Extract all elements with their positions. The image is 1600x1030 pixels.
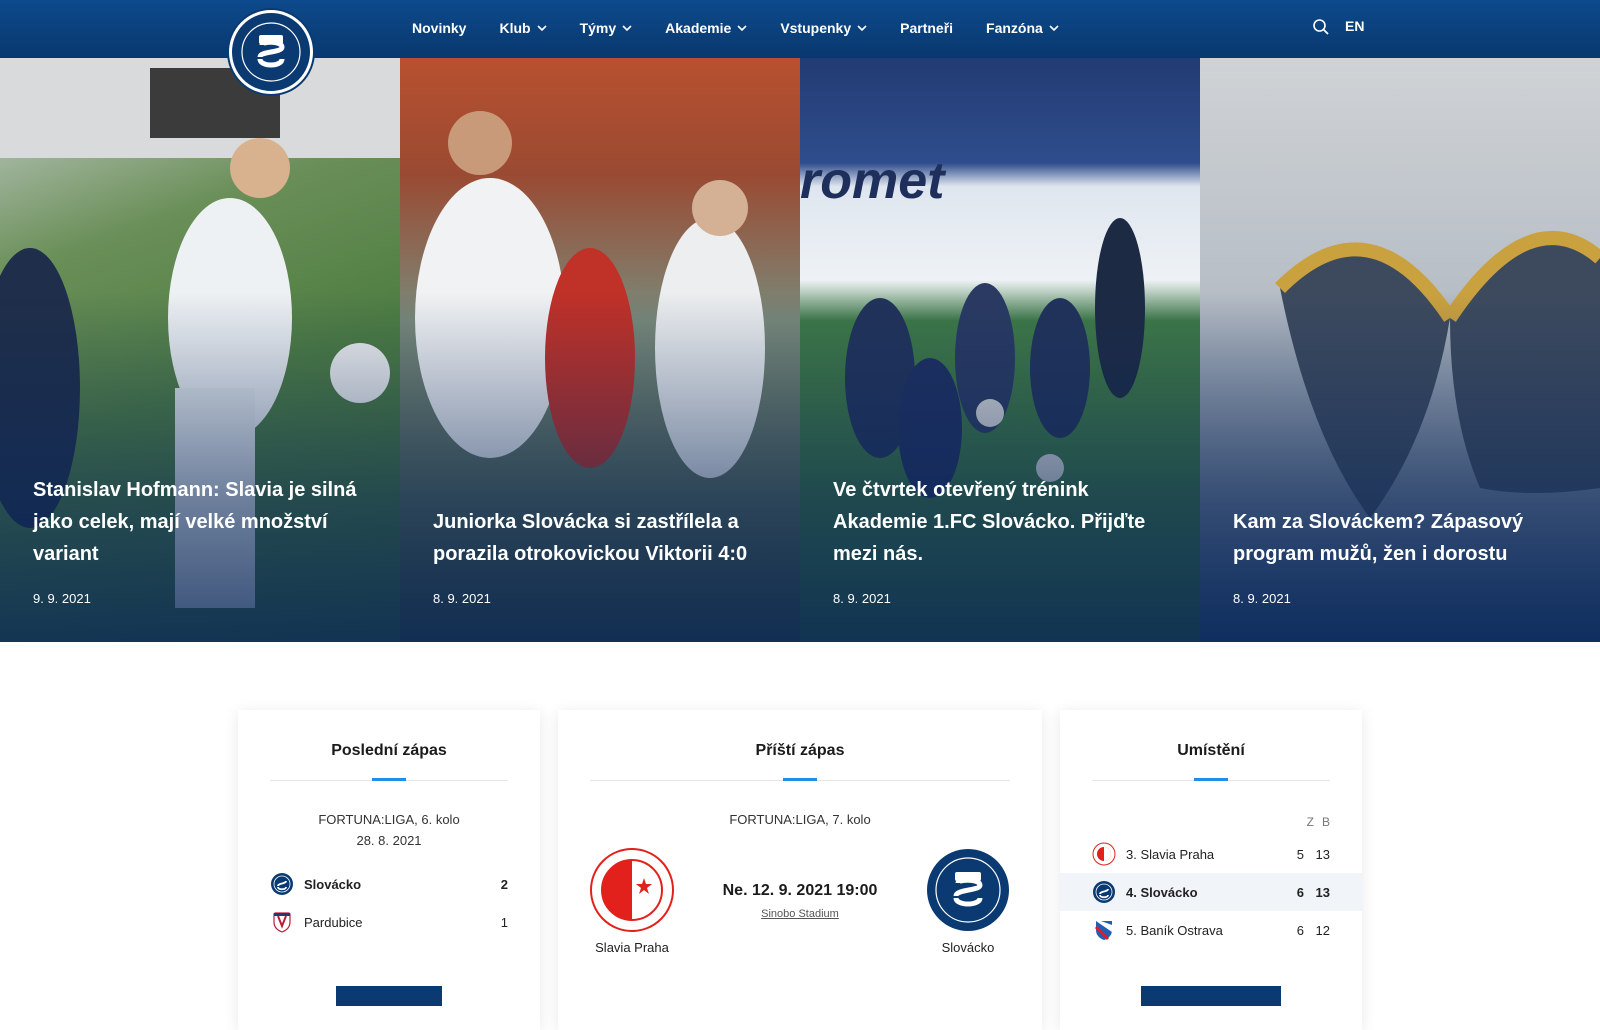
- news-title: Stanislav Hofmann: Slavia je silná jako …: [33, 479, 357, 565]
- col-header-b: B: [1321, 815, 1330, 829]
- chevron-down-icon: [857, 25, 867, 32]
- nav-label: Partneři: [900, 20, 954, 36]
- standings-row[interactable]: 4. Slovácko 6 13: [1060, 873, 1362, 911]
- nav-label: Novinky: [412, 20, 467, 36]
- slovacko-crest-icon: [1093, 881, 1115, 903]
- nav-item-tymy[interactable]: Týmy: [580, 20, 633, 36]
- panel-title: Umístění: [1177, 742, 1245, 759]
- nav-item-fanzona[interactable]: Fanzóna: [986, 20, 1059, 36]
- last-match-panel: Poslední zápas FORTUNA:LIGA, 6. kolo 28.…: [238, 710, 540, 1030]
- team-name: Slovácko: [304, 876, 362, 892]
- panel-title: Poslední zápas: [331, 742, 447, 759]
- standings-row[interactable]: 5. Baník Ostrava 6 12: [1060, 911, 1362, 949]
- nav-label: Klub: [499, 20, 531, 36]
- slovacko-crest-icon: [271, 873, 293, 895]
- nav-item-akademie[interactable]: Akademie: [665, 20, 747, 36]
- matches-played: 6: [1296, 884, 1304, 900]
- language-switch[interactable]: EN: [1345, 18, 1364, 34]
- slavia-crest-icon: [1092, 842, 1116, 866]
- title-divider: [270, 778, 508, 781]
- banik-crest-icon: [1094, 921, 1112, 941]
- col-header-z: Z: [1306, 815, 1314, 829]
- nav-label: Týmy: [579, 20, 617, 36]
- nav-label: Fanzóna: [986, 20, 1043, 36]
- news-date: 9. 9. 2021: [33, 591, 91, 606]
- result-row[interactable]: Pardubice 1: [238, 903, 540, 941]
- news-date: 8. 9. 2021: [833, 591, 891, 606]
- news-card[interactable]: romet Ve čtvrtek otevřený trénink Akadem…: [800, 58, 1200, 642]
- team-score: 2: [500, 876, 508, 892]
- competition: FORTUNA:LIGA, 6. kolo: [318, 812, 460, 827]
- match-meta: FORTUNA:LIGA, 6. kolo 28. 8. 2021: [238, 809, 540, 851]
- chevron-down-icon: [1049, 25, 1059, 32]
- nav-item-klub[interactable]: Klub: [499, 20, 547, 36]
- hero-news-grid: Stanislav Hofmann: Slavia je silná jako …: [0, 58, 1600, 642]
- away-team-name: Slovácko: [941, 940, 995, 955]
- pardubice-crest-icon: [273, 912, 291, 933]
- news-title: Ve čtvrtek otevřený trénink Akademie 1.F…: [833, 479, 1146, 565]
- nav-item-vstupenky[interactable]: Vstupenky: [780, 20, 867, 36]
- search-icon[interactable]: [1312, 18, 1330, 36]
- next-match-panel: Příští zápas FORTUNA:LIGA, 7. kolo Slavi…: [558, 710, 1042, 1030]
- club-crest-icon: [234, 15, 308, 89]
- main-nav: Novinky Klub Týmy Akademie Vstupenky Par…: [412, 0, 1092, 56]
- points: 13: [1315, 884, 1330, 900]
- chevron-down-icon: [622, 25, 632, 32]
- standings-header: Z B: [1060, 815, 1362, 829]
- news-date: 8. 9. 2021: [1233, 591, 1291, 606]
- chevron-down-icon: [537, 25, 547, 32]
- news-card[interactable]: Stanislav Hofmann: Slavia je silná jako …: [0, 58, 400, 642]
- full-table-button[interactable]: [1141, 986, 1281, 1006]
- match-date: 28. 8. 2021: [356, 833, 422, 848]
- nav-label: Vstupenky: [780, 20, 852, 36]
- match-detail-button[interactable]: [336, 986, 442, 1006]
- matches-played: 5: [1296, 846, 1304, 862]
- fixture: Slavia Praha Ne. 12. 9. 2021 19:00 Sinob…: [558, 848, 1042, 968]
- nav-label: Akademie: [665, 20, 732, 36]
- news-card[interactable]: Kam za Slováckem? Zápasový program mužů,…: [1200, 58, 1600, 642]
- team-name: 4. Slovácko: [1126, 884, 1198, 900]
- points: 12: [1315, 922, 1330, 938]
- chevron-down-icon: [737, 25, 747, 32]
- news-title: Kam za Slováckem? Zápasový program mužů,…: [1233, 511, 1524, 565]
- standings-panel: Umístění Z B 3. Slavia Praha 5 13 4. Slo…: [1060, 710, 1362, 1030]
- title-divider: [1092, 778, 1330, 781]
- team-score: 1: [500, 914, 508, 930]
- news-title: Juniorka Slovácka si zastřílela a porazi…: [433, 511, 748, 565]
- panel-title: Příští zápas: [755, 742, 845, 759]
- news-date: 8. 9. 2021: [433, 591, 491, 606]
- home-team-name: Slavia Praha: [595, 940, 669, 955]
- title-divider: [590, 778, 1010, 781]
- team-name: 5. Baník Ostrava: [1126, 922, 1223, 938]
- news-card[interactable]: Juniorka Slovácka si zastřílela a porazi…: [400, 58, 800, 642]
- matches-played: 6: [1296, 922, 1304, 938]
- slovacko-crest-icon[interactable]: [926, 848, 1010, 932]
- nav-item-novinky[interactable]: Novinky: [412, 20, 466, 36]
- nav-item-partneri[interactable]: Partneři: [900, 20, 953, 36]
- standings-row[interactable]: 3. Slavia Praha 5 13: [1060, 835, 1362, 873]
- team-name: 3. Slavia Praha: [1126, 846, 1215, 862]
- team-name: Pardubice: [304, 914, 363, 930]
- result-row[interactable]: Slovácko 2: [238, 865, 540, 903]
- competition: FORTUNA:LIGA, 7. kolo: [729, 812, 871, 827]
- club-logo[interactable]: [229, 10, 313, 94]
- points: 13: [1315, 846, 1330, 862]
